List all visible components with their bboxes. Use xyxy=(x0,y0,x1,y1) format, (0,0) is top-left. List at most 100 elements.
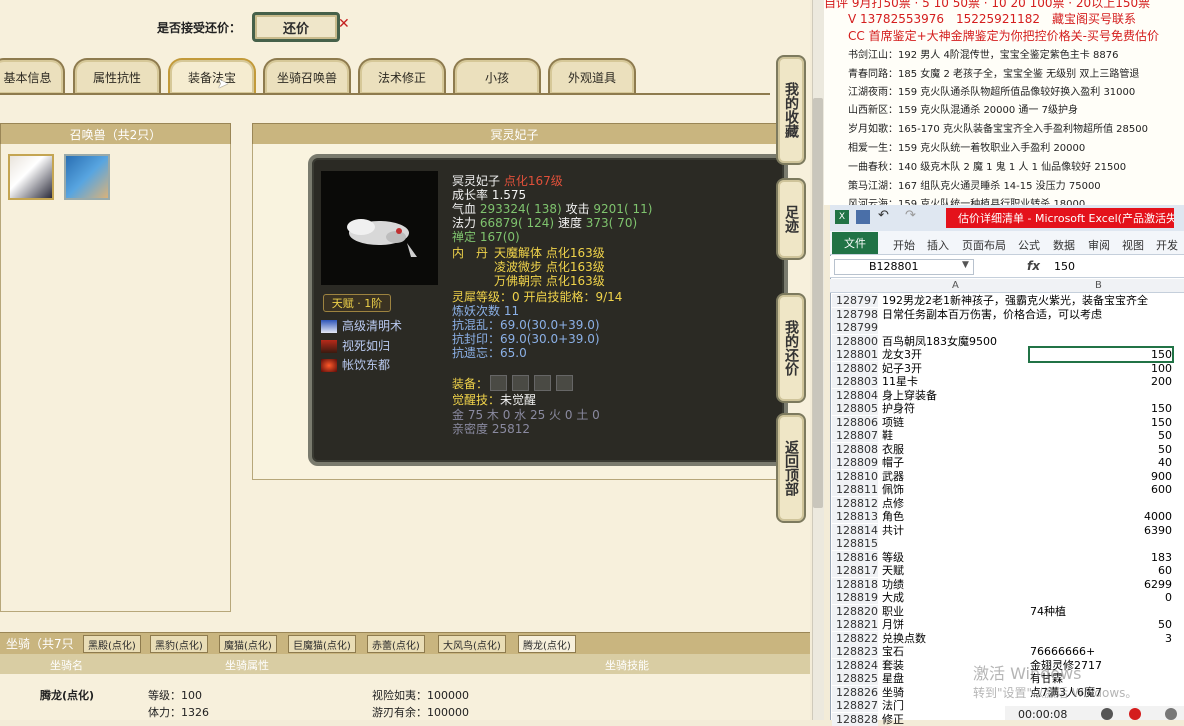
cell-a[interactable]: 法门 xyxy=(882,699,904,712)
cell-a[interactable]: 护身符 xyxy=(882,402,915,415)
redo-icon[interactable]: ↷ xyxy=(905,208,916,223)
table-row[interactable]: 128811 佩饰 600 xyxy=(830,483,1184,497)
row-number[interactable]: 128827 xyxy=(832,699,878,712)
table-row[interactable]: 128819大成0 xyxy=(830,591,1184,605)
table-row[interactable]: 128820职业74种植 xyxy=(830,605,1184,619)
row-number[interactable]: 128807 xyxy=(832,429,878,442)
row-number[interactable]: 128804 xyxy=(832,389,878,402)
cell-b[interactable]: 76666666+ xyxy=(1030,645,1095,658)
col-header-a[interactable]: A xyxy=(952,280,959,291)
cell-b[interactable]: 50 xyxy=(1030,429,1172,442)
cell-b[interactable]: 50 xyxy=(1030,443,1172,456)
cell-a[interactable]: 192男龙2老1新神孩子，强霸克火紫光，装备宝宝齐全 xyxy=(882,294,1148,307)
table-row[interactable]: 128804身上穿装备 xyxy=(830,389,1184,403)
table-row[interactable]: 128807 鞋 50 xyxy=(830,429,1184,443)
cell-a[interactable]: 大成 xyxy=(882,591,904,604)
row-number[interactable]: 128821 xyxy=(832,618,878,631)
cell-b[interactable]: 6299 xyxy=(1030,578,1172,591)
ribbon-tab-insert[interactable]: 插入 xyxy=(927,237,949,253)
table-row[interactable]: 128813 角色 4000 xyxy=(830,510,1184,524)
cell-b[interactable]: 4000 xyxy=(1030,510,1172,523)
ribbon-tab-formula[interactable]: 公式 xyxy=(1018,237,1040,253)
table-row[interactable]: 128821月饼50 xyxy=(830,618,1184,632)
cell-a[interactable]: 星盘 xyxy=(882,672,904,685)
row-number[interactable]: 128808 xyxy=(832,443,878,456)
tab-spell-correction[interactable]: 法术修正 xyxy=(358,58,446,94)
cell-a[interactable]: 修正 xyxy=(882,713,904,726)
cell-a[interactable]: 衣服 xyxy=(882,443,904,456)
row-number[interactable]: 128825 xyxy=(832,672,878,685)
row-number[interactable]: 128797 xyxy=(832,294,878,307)
ribbon-tab-data[interactable]: 数据 xyxy=(1053,237,1075,253)
col-header-b[interactable]: B xyxy=(1095,280,1102,291)
tab-attributes[interactable]: 属性抗性 xyxy=(73,58,161,94)
cell-b[interactable]: 183 xyxy=(1030,551,1172,564)
cell-b[interactable]: 150 xyxy=(1030,348,1172,361)
cell-b[interactable]: 74种植 xyxy=(1030,605,1066,618)
row-number[interactable]: 128810 xyxy=(832,470,878,483)
table-row[interactable]: 12880311星卡200 xyxy=(830,375,1184,389)
mount-tab-2[interactable]: 黑豹(点化) xyxy=(150,635,208,653)
ribbon-tab-review[interactable]: 审阅 xyxy=(1088,237,1110,253)
table-row[interactable]: 128816等级183 xyxy=(830,551,1184,565)
table-row[interactable]: 128798 日常任务副本百万伤害，价格合适，可以考虑 xyxy=(830,308,1184,322)
row-number[interactable]: 128811 xyxy=(832,483,878,496)
cell-a[interactable]: 11星卡 xyxy=(882,375,918,388)
cell-a[interactable]: 坐骑 xyxy=(882,686,904,699)
row-number[interactable]: 128798 xyxy=(832,308,878,321)
table-row[interactable]: 128797 192男龙2老1新神孩子，强霸克火紫光，装备宝宝齐全 xyxy=(830,294,1184,308)
cell-a[interactable]: 龙女3开 xyxy=(882,348,922,361)
cell-a[interactable]: 等级 xyxy=(882,551,904,564)
row-number[interactable]: 128806 xyxy=(832,416,878,429)
cell-a[interactable]: 功绩 xyxy=(882,578,904,591)
mount-tab-1[interactable]: 黑殿(点化) xyxy=(83,635,141,653)
cell-a[interactable]: 武器 xyxy=(882,470,904,483)
row-number[interactable]: 128815 xyxy=(832,537,878,550)
mount-tab-5[interactable]: 赤蕾(点化) xyxy=(367,635,425,653)
row-number[interactable]: 128826 xyxy=(832,686,878,699)
row-number[interactable]: 128813 xyxy=(832,510,878,523)
table-row[interactable]: 128810武器900 xyxy=(830,470,1184,484)
table-row[interactable]: 128809帽子40 xyxy=(830,456,1184,470)
mount-tab-6[interactable]: 大风鸟(点化) xyxy=(438,635,506,653)
cell-a[interactable]: 佩饰 xyxy=(882,483,904,496)
row-number[interactable]: 128812 xyxy=(832,497,878,510)
row-number[interactable]: 128809 xyxy=(832,456,878,469)
row-number[interactable]: 128800 xyxy=(832,335,878,348)
mount-tab-7[interactable]: 腾龙(点化) xyxy=(518,635,576,653)
cell-b[interactable]: 3 xyxy=(1030,632,1172,645)
footprint-button[interactable]: 足迹 xyxy=(776,178,806,260)
equip-slot-4[interactable] xyxy=(556,375,573,391)
namebox-dropdown-icon[interactable]: ▼ xyxy=(962,260,969,270)
table-row[interactable]: 128817天赋60 xyxy=(830,564,1184,578)
camera-icon[interactable] xyxy=(1165,708,1177,720)
summon-avatar-1[interactable] xyxy=(8,154,54,200)
cell-b[interactable]: 600 xyxy=(1030,483,1172,496)
tab-equipment[interactable]: 装备法宝 xyxy=(168,58,256,94)
row-number[interactable]: 128824 xyxy=(832,659,878,672)
scrollbar-thumb[interactable] xyxy=(813,98,823,508)
skill-clear-mind-icon[interactable] xyxy=(321,320,337,333)
mount-tab-3[interactable]: 魔猫(点化) xyxy=(219,635,277,653)
table-row[interactable]: 128818 功绩 6299 xyxy=(830,578,1184,592)
row-number[interactable]: 128817 xyxy=(832,564,878,577)
cell-a[interactable]: 角色 xyxy=(882,510,904,523)
ribbon-tab-view[interactable]: 视图 xyxy=(1122,237,1144,253)
row-number[interactable]: 128818 xyxy=(832,578,878,591)
cell-a[interactable]: 项链 xyxy=(882,416,904,429)
cell-a[interactable]: 鞋 xyxy=(882,429,893,442)
row-number[interactable]: 128819 xyxy=(832,591,878,604)
cell-a[interactable]: 套装 xyxy=(882,659,904,672)
table-row[interactable]: 128823宝石76666666+ xyxy=(830,645,1184,659)
row-number[interactable]: 128799 xyxy=(832,321,878,334)
table-row[interactable]: 128801龙女3开150 xyxy=(830,348,1184,362)
row-number[interactable]: 128820 xyxy=(832,605,878,618)
row-number[interactable]: 128823 xyxy=(832,645,878,658)
table-row[interactable]: 128815 xyxy=(830,537,1184,551)
my-bargain-button[interactable]: 我的还价 xyxy=(776,293,806,403)
cell-b[interactable]: 6390 xyxy=(1030,524,1172,537)
cell-a[interactable]: 日常任务副本百万伤害，价格合适，可以考虑 xyxy=(882,308,1102,321)
save-icon[interactable] xyxy=(856,210,870,224)
tab-child[interactable]: 小孩 xyxy=(453,58,541,94)
row-number[interactable]: 128805 xyxy=(832,402,878,415)
